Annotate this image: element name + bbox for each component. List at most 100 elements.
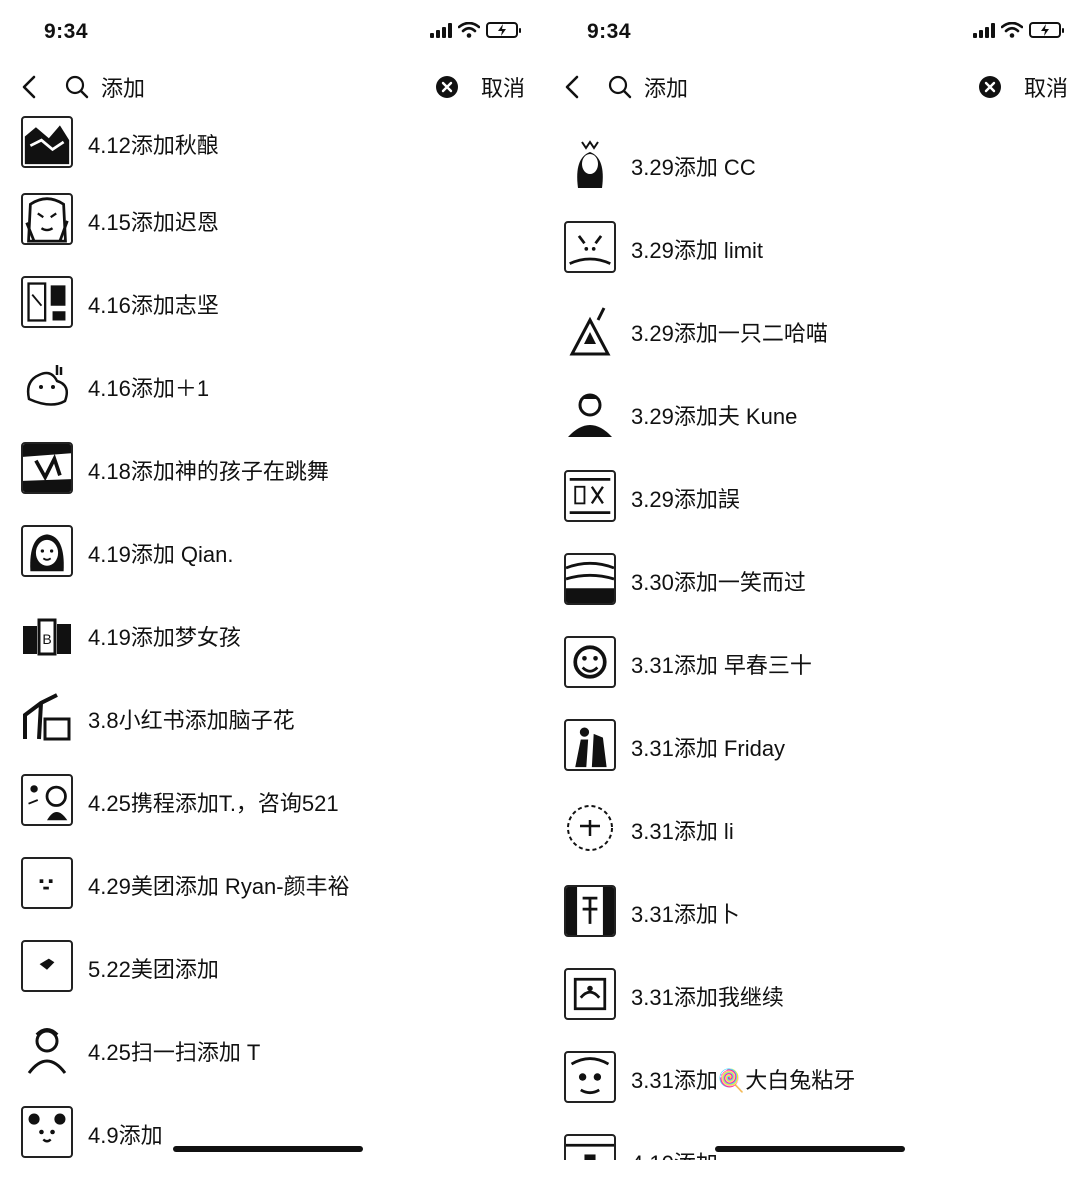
avatar: [21, 525, 73, 577]
avatar: [21, 442, 73, 494]
avatar: [564, 387, 616, 439]
avatar: [564, 1134, 616, 1160]
avatar: [564, 138, 616, 190]
list-item[interactable]: 5.22美团添加: [0, 940, 538, 1010]
list-item[interactable]: 3.29添加 CC: [543, 138, 1076, 208]
list-item[interactable]: 3.29添加 limit: [543, 221, 1076, 291]
list-item-label: 4.19添加梦女孩: [88, 625, 241, 650]
list-item-label: 3.29添加一只二哈喵: [631, 321, 828, 346]
list-item[interactable]: 3.29添加一只二哈喵: [543, 304, 1076, 374]
list-item-label: 3.29添加夫 Kune: [631, 404, 798, 429]
wifi-icon: [458, 22, 480, 38]
list-item-label: 3.29添加誤: [631, 487, 740, 512]
list-item[interactable]: 4.12添加秋酿: [0, 116, 538, 186]
phone-screen-right: 9:34 添加 取消 3.29添加 CC 3.29添加 limit 3.29添加…: [543, 0, 1076, 1160]
list-item[interactable]: 4.15添加迟恩: [0, 193, 538, 263]
avatar: [21, 940, 73, 992]
avatar: [564, 553, 616, 605]
search-results-list: 4.12添加秋酿 4.15添加迟恩 4.16添加志坚 4.16添加＋1 4.18…: [0, 112, 538, 1160]
status-bar: 9:34: [0, 0, 538, 62]
avatar: [21, 1023, 73, 1075]
list-item[interactable]: 4.29美团添加 Ryan-颜丰裕: [0, 857, 538, 927]
avatar: [21, 276, 73, 328]
clear-circle-icon[interactable]: [977, 74, 1003, 100]
list-item-label: 3.31添加 Friday: [631, 736, 786, 761]
list-item[interactable]: 3.29添加夫 Kune: [543, 387, 1076, 457]
list-item[interactable]: 3.31添加 li: [543, 802, 1076, 872]
magnifier-icon: [65, 75, 89, 99]
list-item-label: 3.30添加一笑而过: [631, 570, 806, 595]
cancel-button[interactable]: 取消: [1024, 71, 1068, 103]
list-item[interactable]: 3.31添加 早春三十: [543, 636, 1076, 706]
avatar: [564, 1051, 616, 1103]
search-input[interactable]: 添加: [101, 71, 145, 103]
list-item-label: 3.29添加 limit: [631, 238, 764, 263]
battery-charging-icon: [1029, 22, 1064, 38]
avatar: [21, 359, 73, 411]
avatar: [564, 802, 616, 854]
list-item-label: 3.31添加🍭大白兔粘牙: [631, 1068, 856, 1093]
list-item[interactable]: 3.29添加誤: [543, 470, 1076, 540]
list-item-label: 3.31添加 早春三十: [631, 653, 812, 678]
list-item[interactable]: 3.31添加我继续: [543, 968, 1076, 1038]
home-indicator[interactable]: [173, 1146, 363, 1152]
cellular-signal-icon: [430, 22, 452, 38]
search-bar: 添加 取消: [0, 62, 538, 112]
search-bar: 添加 取消: [543, 62, 1076, 112]
avatar: [21, 193, 73, 245]
list-item-label: 4.16添加＋1: [88, 376, 210, 401]
list-item[interactable]: B 4.19添加梦女孩: [0, 608, 538, 678]
list-item[interactable]: 4.25携程添加T.，咨询521: [0, 774, 538, 844]
chevron-left-icon[interactable]: [16, 72, 44, 102]
status-icons: [973, 22, 1064, 38]
avatar: [564, 470, 616, 522]
list-item[interactable]: 4.25扫一扫添加 T: [0, 1023, 538, 1093]
list-item-label: 5.22美团添加: [88, 957, 219, 982]
avatar: [21, 1106, 73, 1158]
avatar: [21, 857, 73, 909]
avatar: B: [21, 608, 73, 660]
search-results-list: 3.29添加 CC 3.29添加 limit 3.29添加一只二哈喵 3.29添…: [543, 112, 1076, 1160]
avatar: [21, 691, 73, 743]
avatar: [564, 719, 616, 771]
avatar: [564, 636, 616, 688]
status-bar: 9:34: [543, 0, 1076, 62]
list-item-label: 3.8小红书添加脑子花: [88, 708, 295, 733]
list-item-label: 3.31添加我继续: [631, 985, 784, 1010]
list-item-label: 4.12添加秋酿: [88, 133, 219, 158]
search-input[interactable]: 添加: [644, 71, 688, 103]
list-item-label: 4.16添加志坚: [88, 293, 219, 318]
home-indicator[interactable]: [715, 1146, 905, 1152]
cancel-button[interactable]: 取消: [481, 71, 525, 103]
list-item[interactable]: 3.30添加一笑而过: [543, 553, 1076, 623]
avatar: [564, 968, 616, 1020]
avatar: [21, 774, 73, 826]
status-time: 9:34: [44, 20, 89, 43]
list-item[interactable]: 3.31添加🍭大白兔粘牙: [543, 1051, 1076, 1121]
list-item-label: 4.19添加 Qian.: [88, 542, 234, 567]
list-item-label: 3.31添加卜: [631, 902, 740, 927]
list-item-label: 3.29添加 CC: [631, 155, 756, 180]
cellular-signal-icon: [973, 22, 995, 38]
list-item[interactable]: 4.19添加 Qian.: [0, 525, 538, 595]
list-item[interactable]: 4.18添加神的孩子在跳舞: [0, 442, 538, 512]
status-time: 9:34: [587, 20, 632, 43]
avatar: [564, 885, 616, 937]
wifi-icon: [1001, 22, 1023, 38]
list-item[interactable]: 3.8小红书添加脑子花: [0, 691, 538, 761]
battery-charging-icon: [486, 22, 521, 38]
avatar: [21, 116, 73, 168]
list-item[interactable]: 4.16添加志坚: [0, 276, 538, 346]
list-item-label: 4.15添加迟恩: [88, 210, 219, 235]
list-item-label: 4.9添加: [88, 1123, 163, 1148]
list-item[interactable]: 3.31添加 Friday: [543, 719, 1076, 789]
svg-text:B: B: [42, 631, 51, 647]
chevron-left-icon[interactable]: [559, 72, 587, 102]
screenshot-collage: 9:34 添加 取消 4.12添加秋酿 4.15添加迟恩 4.16添加志坚 4.…: [0, 0, 1076, 1184]
clear-circle-icon[interactable]: [434, 74, 460, 100]
list-item-label: 3.31添加 li: [631, 819, 734, 844]
avatar: [564, 304, 616, 356]
list-item[interactable]: 3.31添加卜: [543, 885, 1076, 955]
list-item[interactable]: 4.16添加＋1: [0, 359, 538, 429]
list-item-label: 4.10添加: [631, 1146, 718, 1160]
